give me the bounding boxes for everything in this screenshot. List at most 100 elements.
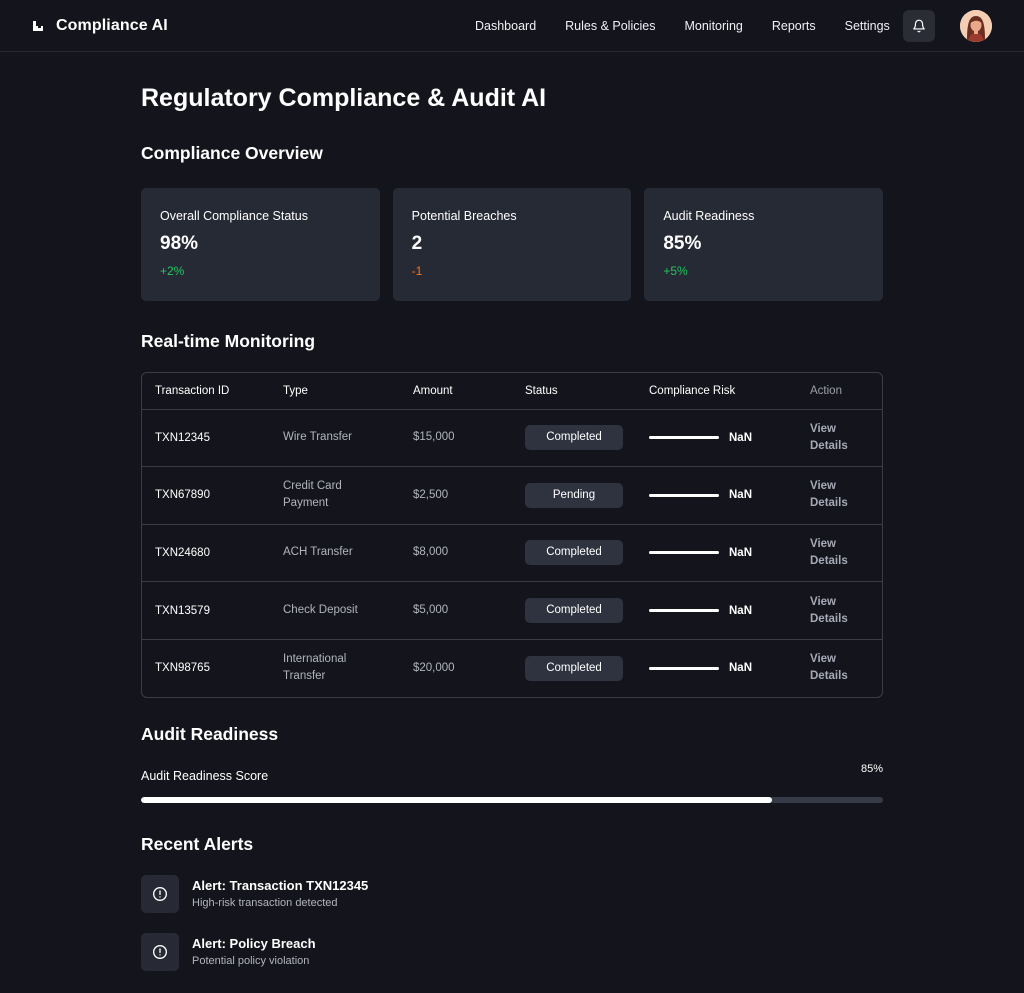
brand-name: Compliance AI: [56, 16, 168, 34]
potential-breaches-card: Potential Breaches 2 -1: [392, 188, 632, 301]
type-text: Credit Card Payment: [283, 480, 342, 510]
action-cell: View Details: [797, 639, 882, 697]
status-cell: Pending: [512, 467, 636, 525]
risk-cell: NaN: [636, 639, 797, 697]
risk-value: NaN: [729, 489, 753, 502]
table-row: TXN67890 Credit Card Payment $2,500 Pend…: [142, 467, 882, 525]
card-value: 2: [411, 233, 423, 254]
transactions-table: Transaction ID Type Amount Status Compli…: [141, 372, 883, 698]
column-header-transaction-id: Transaction ID: [142, 373, 270, 410]
status-cell: Completed: [512, 409, 636, 467]
risk-bar: [649, 609, 719, 613]
alert-description: Potential policy violation: [192, 954, 310, 967]
audit-score-value: 85%: [860, 762, 883, 775]
transaction-id: TXN12345: [155, 431, 210, 444]
table-row: TXN24680 ACH Transfer $8,000 Completed N…: [142, 524, 882, 582]
column-header-action: Action: [797, 373, 882, 410]
nav-monitoring[interactable]: Monitoring: [684, 19, 742, 33]
main-nav: Dashboard Rules & Policies Monitoring Re…: [475, 0, 890, 52]
main-content: Regulatory Compliance & Audit AI Complia…: [141, 52, 884, 971]
transaction-id: TXN67890: [155, 489, 210, 502]
compliance-status-card: Overall Compliance Status 98% +2%: [141, 188, 380, 301]
card-delta: -1: [411, 264, 423, 278]
risk-bar: [649, 666, 719, 670]
status-badge: Pending: [525, 482, 623, 508]
view-details-link[interactable]: View Details: [810, 478, 858, 512]
view-details-link[interactable]: View Details: [810, 594, 858, 628]
table-row: TXN13579 Check Deposit $5,000 Completed …: [142, 582, 882, 640]
card-value: 98%: [160, 233, 199, 254]
user-avatar[interactable]: [960, 10, 992, 42]
monitoring-heading: Real-time Monitoring: [141, 331, 316, 351]
nav-rules-policies[interactable]: Rules & Policies: [565, 19, 655, 33]
risk-value: NaN: [729, 546, 753, 559]
card-label: Potential Breaches: [411, 209, 517, 223]
risk-bar: [649, 436, 719, 440]
transaction-amount: $2,500: [413, 488, 449, 501]
status-badge: Completed: [525, 598, 623, 624]
type-text: International Transfer: [283, 653, 347, 683]
status-cell: Completed: [512, 524, 636, 582]
overview-cards: Overall Compliance Status 98% +2% Potent…: [141, 188, 884, 301]
transaction-type: Check Deposit: [270, 582, 400, 640]
view-details-link[interactable]: View Details: [810, 421, 858, 455]
card-label: Overall Compliance Status: [160, 209, 308, 223]
risk-cell: NaN: [636, 524, 797, 582]
column-header-amount: Amount: [400, 373, 512, 410]
recent-alerts-heading: Recent Alerts: [141, 833, 254, 854]
card-label: Audit Readiness: [663, 209, 755, 223]
table-row: TXN12345 Wire Transfer $15,000 Completed…: [142, 409, 882, 467]
risk-cell: NaN: [636, 467, 797, 525]
status-badge: Completed: [525, 425, 623, 451]
nav-dashboard[interactable]: Dashboard: [475, 19, 536, 33]
card-delta: +2%: [160, 264, 185, 278]
nav-settings[interactable]: Settings: [845, 19, 890, 33]
audit-score-label: Audit Readiness Score: [141, 768, 269, 783]
audit-score-row: Audit Readiness Score 85%: [141, 763, 883, 784]
type-text: ACH Transfer: [283, 546, 353, 559]
risk-value: NaN: [729, 662, 753, 675]
action-cell: View Details: [797, 582, 882, 640]
status-badge: Completed: [525, 655, 623, 681]
transaction-amount: $8,000: [413, 546, 449, 559]
transaction-id: TXN24680: [155, 546, 210, 559]
type-text: Check Deposit: [283, 604, 358, 617]
bell-icon: [913, 19, 925, 33]
alert-item[interactable]: Alert: Policy Breach Potential policy vi…: [141, 932, 883, 971]
risk-value: NaN: [729, 431, 753, 444]
audit-progress-fill: [141, 796, 772, 803]
transaction-amount: $5,000: [413, 604, 449, 617]
alert-description: High-risk transaction detected: [192, 896, 338, 909]
overview-heading: Compliance Overview: [141, 143, 323, 163]
transaction-amount: $20,000: [413, 661, 455, 674]
card-delta: +5%: [663, 264, 688, 278]
column-header-status: Status: [512, 373, 636, 410]
column-header-type: Type: [270, 373, 400, 410]
action-cell: View Details: [797, 409, 882, 467]
alert-circle-icon: [141, 874, 179, 913]
alert-title: Alert: Policy Breach: [192, 935, 316, 951]
transaction-amount: $15,000: [413, 431, 455, 444]
transaction-type: International Transfer: [270, 639, 400, 697]
notifications-button[interactable]: [903, 10, 935, 42]
column-header-compliance-risk: Compliance Risk: [636, 373, 797, 410]
risk-cell: NaN: [636, 582, 797, 640]
risk-cell: NaN: [636, 409, 797, 467]
brand[interactable]: Compliance AI: [32, 17, 168, 35]
card-value: 85%: [663, 233, 702, 254]
transaction-type: Wire Transfer: [270, 409, 400, 467]
audit-readiness-card: Audit Readiness 85% +5%: [644, 188, 884, 301]
view-details-link[interactable]: View Details: [810, 651, 858, 685]
status-badge: Completed: [525, 540, 623, 566]
action-cell: View Details: [797, 524, 882, 582]
nav-reports[interactable]: Reports: [772, 19, 816, 33]
table-row: TXN98765 International Transfer $20,000 …: [142, 639, 882, 697]
alert-circle-icon: [141, 932, 179, 971]
page-title: Regulatory Compliance & Audit AI: [141, 84, 547, 112]
transaction-id: TXN13579: [155, 604, 210, 617]
table-header-row: Transaction ID Type Amount Status Compli…: [142, 373, 882, 410]
view-details-link[interactable]: View Details: [810, 536, 858, 570]
logo-icon: [32, 20, 44, 32]
alert-item[interactable]: Alert: Transaction TXN12345 High-risk tr…: [141, 874, 883, 913]
alert-title: Alert: Transaction TXN12345: [192, 877, 369, 893]
